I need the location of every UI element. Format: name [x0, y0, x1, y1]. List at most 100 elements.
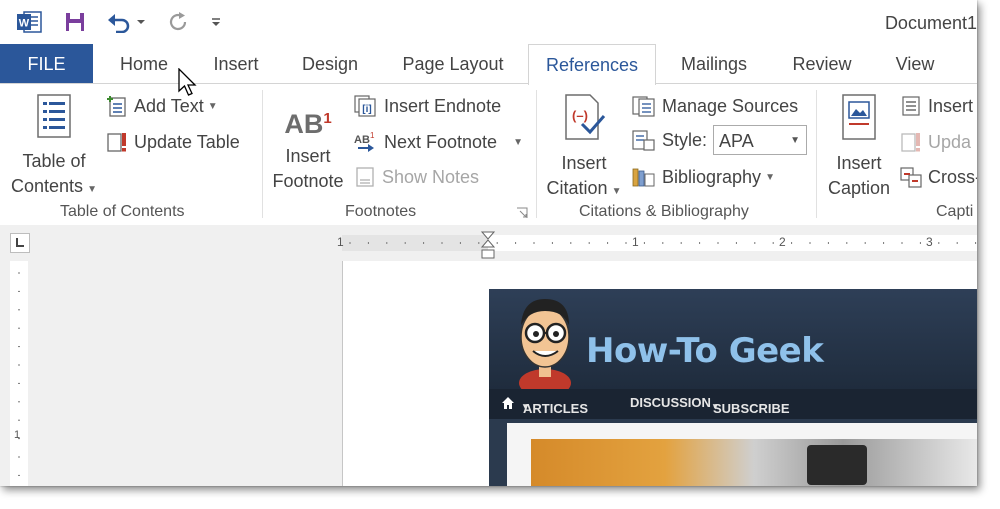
group-label-captions: Capti	[936, 203, 974, 220]
nav-item-discussion[interactable]: DISCUSSION	[630, 395, 711, 410]
svg-text:AB: AB	[354, 134, 370, 146]
chevron-down-icon[interactable]: ▼	[513, 137, 523, 148]
article-photo	[531, 439, 977, 486]
word-logo-icon[interactable]: W	[14, 9, 44, 35]
footnote-icon: AB1	[284, 109, 332, 139]
chevron-down-icon: ▼	[611, 186, 622, 197]
home-icon[interactable]	[501, 396, 515, 413]
citation-style-dropdown[interactable]: APA ▼	[713, 125, 808, 155]
table-of-contents-button[interactable]: Table of Contents ▼	[6, 94, 102, 202]
insert-caption-button[interactable]: Insert Caption	[822, 94, 896, 201]
bibliography-label: Bibliography	[662, 166, 762, 187]
update-table-button[interactable]: Update Table	[106, 128, 240, 156]
redo-icon[interactable]	[164, 9, 192, 35]
save-icon[interactable]	[60, 9, 90, 35]
ruler-ticks	[349, 242, 977, 244]
embedded-image[interactable]: How-To Geek ARTICLES ▾ DISCUSSION SUBSCR…	[489, 289, 977, 486]
insert-citation-button[interactable]: (–) Insert Citation ▼	[542, 94, 626, 204]
table-of-figures-icon	[900, 95, 922, 117]
update-table-icon	[900, 131, 922, 153]
chevron-down-icon: ▼	[765, 171, 775, 183]
insert-endnote-label: Insert Endnote	[384, 95, 502, 116]
word-window: W Document1 FILE Home Insert Design Page…	[0, 0, 977, 486]
manage-sources-icon	[632, 95, 656, 117]
next-footnote-button[interactable]: AB 1 Next Footnote ▼	[354, 128, 523, 156]
tab-selector[interactable]	[10, 233, 30, 253]
ruler-number: 1	[337, 235, 344, 249]
group-label-table-of-contents: Table of Contents	[60, 203, 185, 220]
update-table-of-figures-button[interactable]: Upda	[900, 128, 971, 156]
tab-references[interactable]: References	[528, 44, 656, 85]
group-label-citations-bibliography: Citations & Bibliography	[579, 203, 749, 220]
undo-icon[interactable]	[104, 9, 148, 35]
style-label: Style:	[662, 129, 708, 150]
cross-reference-button[interactable]: Cross-	[900, 163, 977, 191]
tab-page-layout[interactable]: Page Layout	[393, 44, 513, 83]
tab-mailings[interactable]: Mailings	[670, 44, 758, 83]
update-table-label: Update Table	[134, 131, 240, 152]
insert-caption-line2: Caption	[827, 178, 891, 198]
tab-home[interactable]: Home	[108, 44, 180, 83]
vertical-ruler-ticks	[18, 272, 20, 476]
style-icon	[632, 129, 656, 151]
insert-endnote-button[interactable]: [i] Insert Endnote	[354, 92, 501, 120]
group-label-footnotes: Footnotes	[345, 203, 417, 220]
ribbon-tab-row: FILE Home Insert Design Page Layout Refe…	[0, 44, 977, 85]
ruler-number: 1	[632, 235, 639, 249]
cross-reference-icon	[900, 166, 922, 188]
title-bar: W Document1	[0, 0, 977, 44]
tab-design[interactable]: Design	[291, 44, 369, 83]
tab-file[interactable]: FILE	[0, 44, 93, 83]
manage-sources-button[interactable]: Manage Sources	[632, 92, 798, 120]
group-separator	[262, 90, 263, 218]
chevron-down-icon: ▼	[207, 100, 218, 112]
ruler-number: 2	[779, 235, 786, 249]
ruler-number: 3	[926, 235, 933, 249]
svg-text:(–): (–)	[572, 108, 588, 123]
svg-text:1: 1	[370, 131, 375, 140]
group-separator	[816, 90, 817, 218]
mouse-cursor-icon	[178, 67, 198, 103]
tab-review[interactable]: Review	[782, 44, 862, 83]
tab-insert[interactable]: Insert	[203, 44, 269, 83]
insert-caption-line1: Insert	[836, 153, 882, 173]
customize-qat-icon[interactable]	[206, 9, 226, 35]
insert-footnote-line2: Footnote	[272, 171, 344, 191]
ribbon-references: Table of Contents ▼ Add Text ▼ Update Ta…	[0, 83, 977, 226]
update-table-icon	[106, 131, 128, 153]
document-title: Document1	[884, 13, 977, 33]
toc-label-line2: Contents ▼	[11, 176, 97, 196]
insert-table-of-figures-label: Insert	[928, 95, 974, 116]
update-table-of-figures-label: Upda	[928, 131, 972, 152]
chevron-down-icon: ▼	[790, 135, 801, 146]
insert-caption-icon	[822, 94, 896, 147]
horizontal-ruler[interactable]: 1 1 2 3	[337, 231, 977, 259]
bibliography-icon	[632, 166, 656, 188]
next-footnote-label: Next Footnote	[384, 131, 498, 152]
tab-view[interactable]: View	[884, 44, 946, 83]
site-nav: ARTICLES ▾ DISCUSSION SUBSCRIBE ▾	[489, 389, 977, 419]
chevron-down-icon: ▼	[87, 184, 97, 195]
chevron-down-icon: ▾	[713, 401, 718, 411]
show-notes-icon	[354, 166, 376, 188]
vertical-ruler[interactable]: 1	[10, 261, 28, 486]
table-of-contents-icon	[6, 94, 102, 145]
insert-citation-icon: (–)	[542, 94, 626, 147]
group-separator	[536, 90, 537, 218]
insert-footnote-button[interactable]: AB1 Insert Footnote	[268, 98, 348, 194]
site-title: How-To Geek	[586, 331, 824, 371]
bibliography-button[interactable]: Bibliography ▼	[632, 163, 775, 191]
dialog-launcher-icon[interactable]	[516, 206, 528, 224]
insert-table-of-figures-button[interactable]: Insert	[900, 92, 973, 120]
insert-endnote-icon: [i]	[354, 95, 378, 117]
insert-footnote-line1: Insert	[285, 146, 331, 166]
chevron-down-icon: ▾	[523, 401, 528, 411]
add-text-button[interactable]: Add Text ▼	[106, 92, 218, 120]
manage-sources-label: Manage Sources	[662, 95, 799, 116]
site-content	[507, 423, 977, 486]
insert-citation-line2: Citation ▼	[546, 178, 622, 198]
geek-mascot-icon	[511, 293, 581, 397]
add-text-icon	[106, 95, 128, 117]
show-notes-button[interactable]: Show Notes	[354, 163, 479, 191]
cross-reference-label: Cross-	[928, 166, 977, 187]
